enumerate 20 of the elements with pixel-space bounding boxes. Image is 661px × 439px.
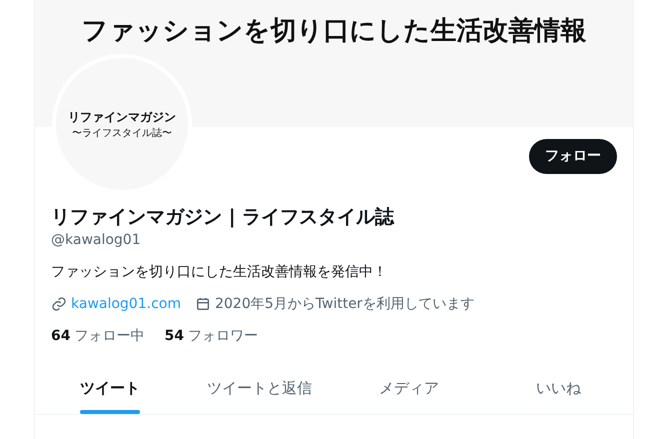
profile-tab[interactable]: ツイートと返信: [206, 362, 312, 414]
stat-label: フォロワー: [188, 327, 258, 346]
profile-name: リファインマガジン | ライフスタイル誌: [51, 205, 396, 230]
banner-text: ファッションを切り口にした生活改善情報: [82, 15, 586, 48]
follow-stat-link[interactable]: 54 フォロワー: [164, 326, 258, 346]
profile-tab[interactable]: いいね: [536, 362, 581, 414]
follow-button[interactable]: フォロー: [529, 139, 617, 174]
avatar-subtitle: 〜ライフスタイル誌〜: [72, 126, 172, 140]
avatar-title: リファインマガジン: [68, 108, 176, 126]
stat-count: 54: [164, 327, 184, 346]
stat-label: フォロー中: [74, 327, 144, 346]
stat-count: 64: [51, 327, 70, 346]
link-icon: [51, 296, 67, 312]
calendar-icon: [194, 296, 211, 312]
join-date: 2020年5月からTwitterを利用しています: [214, 295, 474, 314]
follow-stat-link[interactable]: 64 フォロー中: [51, 326, 144, 346]
profile-tab[interactable]: ツイート: [80, 362, 140, 414]
profile-tab[interactable]: メディア: [378, 362, 439, 414]
profile-bio: ファッションを切り口にした生活改善情報を発信中！: [51, 263, 388, 282]
profile-handle: @kawalog01: [51, 231, 142, 250]
